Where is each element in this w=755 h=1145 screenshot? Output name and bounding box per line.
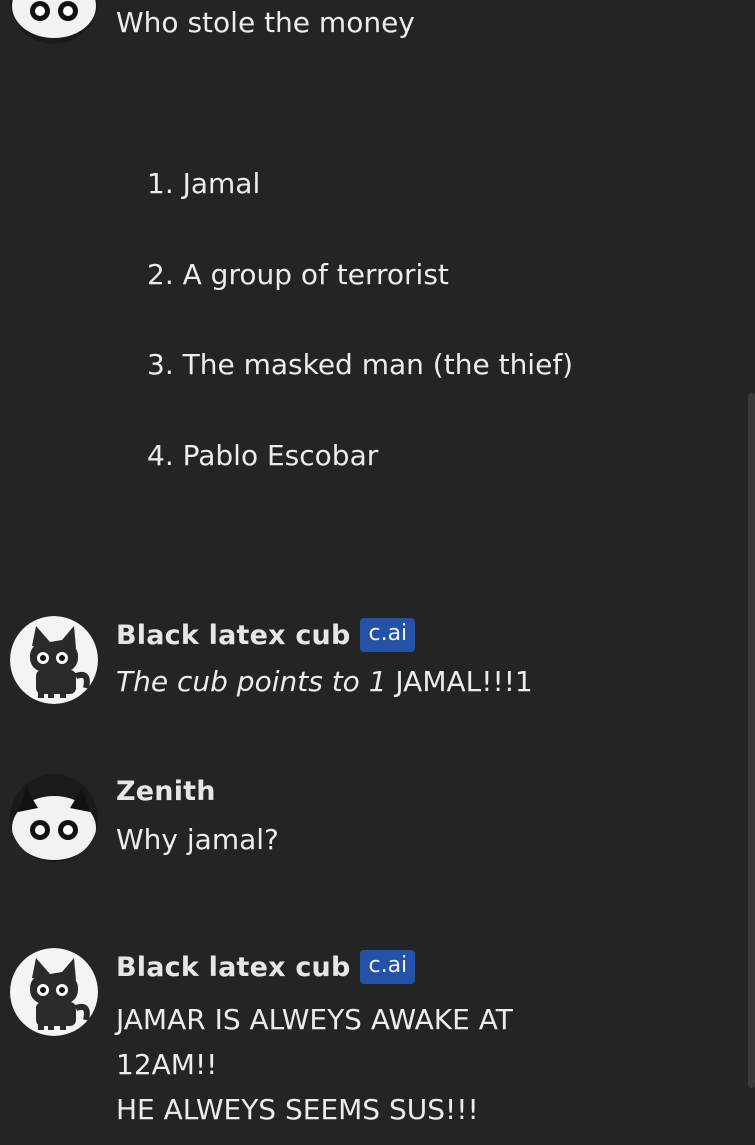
message-line: HE ALWEYS SEEMS SUS!!!: [116, 1093, 479, 1126]
message-text: The cub points to 1 JAMAL!!!1: [116, 659, 533, 704]
cub-avatar-icon[interactable]: [10, 616, 98, 704]
option-item: 4. Pablo Escobar: [147, 439, 379, 472]
chat-message: Who stole the money 1. Jamal 2. A group …: [0, 0, 740, 520]
message-line: JAMAR IS ALWEYS AWAKE AT: [116, 1003, 513, 1036]
chat-message: Black latex cub c.ai JAMAR IS ALWEYS AWA…: [0, 948, 740, 1138]
message-header: Black latex cub c.ai: [116, 618, 416, 652]
author-name[interactable]: Black latex cub: [116, 952, 350, 983]
scrollbar-thumb[interactable]: [748, 393, 755, 1088]
zenith-avatar-icon[interactable]: [10, 0, 98, 44]
chat-log: Who stole the money 1. Jamal 2. A group …: [0, 0, 747, 1145]
option-item: 1. Jamal: [147, 167, 261, 200]
bot-badge: c.ai: [360, 618, 416, 652]
author-name[interactable]: Zenith: [116, 776, 216, 807]
speech-text: JAMAL!!!1: [386, 665, 533, 698]
author-name[interactable]: Black latex cub: [116, 620, 350, 651]
option-item: 3. The masked man (the thief): [147, 348, 574, 381]
chat-message: Black latex cub c.ai The cub points to 1…: [0, 614, 740, 714]
chat-message: Zenith Why jamal?: [0, 772, 740, 872]
action-text: The cub points to 1: [116, 665, 387, 698]
cub-avatar-icon[interactable]: [10, 948, 98, 1036]
message-header: Black latex cub c.ai: [116, 950, 416, 984]
message-text: Why jamal?: [116, 823, 279, 856]
message-text: Who stole the money: [116, 6, 415, 39]
message-line: 12AM!!: [116, 1048, 218, 1081]
bot-badge: c.ai: [360, 950, 416, 984]
option-item: 2. A group of terrorist: [147, 258, 449, 291]
zenith-avatar-icon[interactable]: [10, 774, 98, 862]
message-header: Zenith: [116, 776, 216, 807]
